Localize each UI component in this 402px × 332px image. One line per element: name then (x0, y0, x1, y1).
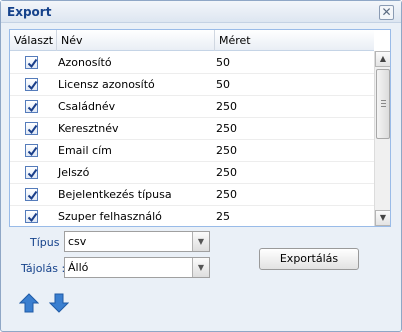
vertical-scrollbar[interactable]: ▲ ▼ (374, 51, 390, 226)
row-size: 50 (216, 56, 230, 69)
checkmark-icon (27, 124, 38, 135)
row-name: Keresztnév (58, 122, 119, 135)
row-checkbox[interactable] (25, 100, 38, 113)
table-row[interactable]: Családnév 250 (10, 96, 374, 118)
columns-grid: Választ Név Méret Azonosító 50 Licensz azo… (9, 29, 391, 227)
row-checkbox[interactable] (25, 210, 38, 223)
row-checkbox[interactable] (25, 144, 38, 157)
row-checkbox[interactable] (25, 166, 38, 179)
row-size: 250 (216, 100, 237, 113)
row-checkbox[interactable] (25, 122, 38, 135)
row-size: 25 (216, 210, 230, 223)
scroll-down-icon[interactable]: ▼ (375, 210, 390, 226)
row-size: 50 (216, 78, 230, 91)
row-size: 250 (216, 122, 237, 135)
row-size: 250 (216, 144, 237, 157)
row-name: Szuper felhasználó (58, 210, 162, 223)
export-button[interactable]: Exportálás (259, 248, 359, 270)
export-window: Export ✕ Választ Név Méret Azonosító 50 Li… (0, 0, 402, 332)
row-checkbox[interactable] (25, 78, 38, 91)
type-select-value: csv (68, 235, 87, 248)
window-title: Export (7, 5, 52, 19)
chevron-down-icon[interactable]: ▼ (192, 232, 209, 251)
title-bar: Export ✕ (1, 1, 401, 23)
row-name: Azonosító (58, 56, 112, 69)
row-checkbox[interactable] (25, 188, 38, 201)
arrow-down-icon[interactable] (48, 293, 70, 313)
checkmark-icon (27, 146, 38, 157)
close-icon[interactable]: ✕ (379, 5, 394, 20)
row-size: 250 (216, 166, 237, 179)
scroll-up-icon[interactable]: ▲ (375, 51, 390, 67)
orientation-label: Tájolás : (21, 262, 66, 275)
table-row[interactable]: Licensz azonosító 50 (10, 74, 374, 96)
row-size: 250 (216, 188, 237, 201)
grid-body: Azonosító 50 Licensz azonosító 50 Családnév 2… (10, 52, 374, 226)
checkmark-icon (27, 58, 38, 69)
table-row[interactable]: Azonosító 50 (10, 52, 374, 74)
row-name: Jelszó (58, 166, 90, 179)
arrow-up-icon[interactable] (18, 293, 40, 313)
table-row[interactable]: Bejelentkezés típusa 250 (10, 184, 374, 206)
column-header-select[interactable]: Választ (10, 30, 57, 51)
chevron-down-icon[interactable]: ▼ (192, 258, 209, 277)
checkmark-icon (27, 190, 38, 201)
table-row[interactable]: Szuper felhasználó 25 (10, 206, 374, 226)
type-label: Típus : (30, 236, 67, 249)
row-checkbox[interactable] (25, 56, 38, 69)
type-select[interactable]: csv ▼ (64, 231, 210, 252)
orientation-select[interactable]: Álló ▼ (64, 257, 210, 278)
row-name: Email cím (58, 144, 112, 157)
row-name: Licensz azonosító (58, 78, 155, 91)
orientation-select-value: Álló (68, 261, 89, 274)
row-name: Bejelentkezés típusa (58, 188, 172, 201)
scrollbar-thumb[interactable] (376, 69, 390, 139)
column-header-name[interactable]: Név (57, 30, 215, 51)
table-row[interactable]: Jelszó 250 (10, 162, 374, 184)
grid-header: Választ Név Méret (10, 30, 374, 51)
table-row[interactable]: Keresztnév 250 (10, 118, 374, 140)
column-header-size[interactable]: Méret (215, 30, 374, 51)
row-name: Családnév (58, 100, 116, 113)
checkmark-icon (27, 102, 38, 113)
checkmark-icon (27, 80, 38, 91)
checkmark-icon (27, 212, 38, 223)
table-row[interactable]: Email cím 250 (10, 140, 374, 162)
checkmark-icon (27, 168, 38, 179)
